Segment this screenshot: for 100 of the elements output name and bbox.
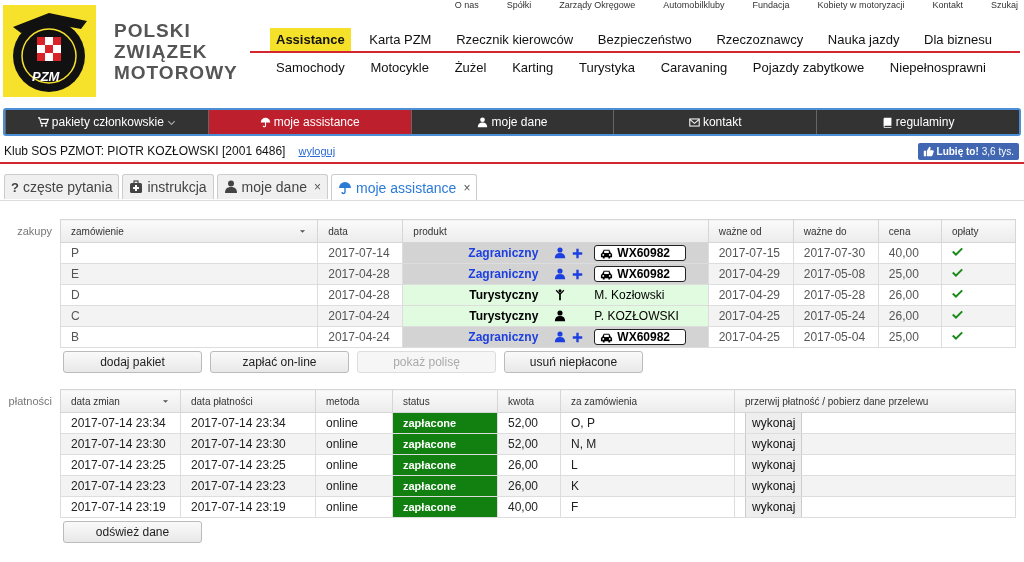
umbrella-icon (259, 116, 271, 128)
plus-icon (572, 268, 584, 280)
menu-link[interactable]: Assistance (270, 28, 351, 51)
top-link[interactable]: Spółki (506, 0, 532, 10)
tab[interactable]: moje dane × (216, 174, 328, 199)
close-button[interactable]: × (314, 180, 321, 194)
table-cell: 2017-07-14 23:19 (60, 496, 181, 518)
menu-link[interactable]: Nauka jazdy (821, 28, 906, 51)
table-cell: F (560, 496, 735, 518)
user-icon (554, 310, 567, 322)
submenu-link[interactable]: Caravaning (654, 56, 734, 79)
column-header[interactable]: opłaty (941, 219, 1016, 243)
table-cell: 2017-07-14 23:25 (60, 454, 181, 476)
cart-icon (37, 116, 49, 128)
column-header[interactable]: status (392, 389, 498, 413)
table-cell: B (60, 326, 318, 348)
submenu-link[interactable]: Karting (506, 56, 560, 79)
tab[interactable]: instrukcja (122, 174, 214, 199)
submenu-link[interactable]: Motocykle (364, 56, 435, 79)
submenu-link[interactable]: Samochody (270, 56, 351, 79)
table-cell: 2017-05-28 (793, 284, 879, 306)
execute-button[interactable]: wykonaj (745, 476, 803, 496)
top-link[interactable]: Szukaj (991, 0, 1018, 10)
close-button[interactable]: × (463, 180, 471, 195)
figure-icon (554, 289, 567, 301)
user-icon (554, 247, 567, 259)
execute-button[interactable]: wykonaj (745, 497, 803, 517)
product-name: Turystyczny (468, 287, 539, 303)
logout-link[interactable]: wyloguj (298, 145, 336, 157)
table-cell: online (315, 454, 393, 476)
top-link[interactable]: Zarządy Okręgowe (559, 0, 636, 10)
medkit-icon (129, 180, 144, 194)
top-link[interactable]: Fundacja (752, 0, 790, 10)
table-cell: 2017-07-14 (317, 242, 403, 264)
table-cell: 52,00 (497, 412, 561, 434)
top-link[interactable]: O nas (454, 0, 479, 10)
table-cell: 2017-07-14 23:19 (180, 496, 316, 518)
nav-tab[interactable]: moje assistance (207, 110, 411, 134)
like-button[interactable]: Lubię to! 3,6 tys. (917, 142, 1019, 160)
tab[interactable]: ? częste pytania (4, 174, 120, 199)
table-cell: online (315, 412, 393, 434)
user-icon (554, 268, 567, 280)
umbrella-icon (338, 180, 352, 195)
action-button[interactable]: zapłać on-line (210, 351, 349, 373)
action-button[interactable]: usuń niepłacone (504, 351, 643, 373)
section-label: zakupy (16, 224, 53, 239)
column-header[interactable]: metoda (315, 389, 393, 413)
menu-link[interactable]: Rzeczoznawcy (710, 28, 810, 51)
column-header[interactable]: za zamówienia (560, 389, 735, 413)
plate-badge: WX60982 (594, 266, 687, 282)
submenu-link[interactable]: Turystyka (573, 56, 641, 79)
column-header[interactable]: data (317, 219, 403, 243)
column-header[interactable]: kwota (497, 389, 561, 413)
product-name: Zagraniczny (467, 245, 539, 261)
top-link[interactable]: Automobilkluby (663, 0, 725, 10)
execute-button[interactable]: wykonaj (745, 434, 803, 454)
table-cell: 2017-07-14 23:25 (180, 454, 316, 476)
brand-name: ZWIĄZEK (114, 41, 209, 62)
table-cell: 2017-07-14 23:23 (60, 475, 181, 497)
user-icon (554, 331, 567, 343)
column-header[interactable]: przerwij płatność / pobierz dane przelewu (734, 389, 1016, 413)
menu-link[interactable]: Bezpieczeństwo (591, 28, 698, 51)
nav-tab[interactable]: regulaminy (816, 110, 1019, 134)
person-name: P. KOZŁOWSKI (594, 308, 679, 324)
envelope-icon (688, 116, 700, 128)
column-header[interactable]: ważne do (793, 219, 879, 243)
section-label: płatności (7, 394, 53, 409)
execute-button[interactable]: wykonaj (745, 455, 803, 475)
person-name: M. Kozłowski (594, 287, 665, 303)
tab[interactable]: moje assistance × (331, 174, 478, 200)
menu-link[interactable]: Rzecznik kierowców (450, 28, 580, 51)
submenu-link[interactable]: Pojazdy zabytkowe (746, 56, 871, 79)
submenu-link[interactable]: Żużel (448, 56, 493, 79)
refresh-button[interactable]: odśwież dane (63, 521, 202, 543)
top-link[interactable]: Kontakt (932, 0, 963, 10)
submenu-link[interactable]: Niepełnosprawni (883, 56, 992, 79)
menu-link[interactable]: Dla biznesu (918, 28, 998, 51)
plate-badge: WX60982 (594, 329, 687, 345)
menu-link[interactable]: Karta PZM (363, 28, 438, 51)
product-name: Zagraniczny (467, 329, 539, 345)
column-header[interactable]: zamówienie (60, 219, 318, 243)
book-icon (881, 116, 893, 128)
table-cell: 2017-07-15 (708, 242, 794, 264)
table-cell: 25,00 (878, 326, 942, 348)
column-header[interactable]: produkt (402, 219, 709, 243)
plus-icon (572, 331, 584, 343)
table-cell: P (60, 242, 318, 264)
product-name: Turystyczny (468, 308, 539, 324)
column-header[interactable]: data płatności (180, 389, 316, 413)
column-header[interactable]: cena (878, 219, 942, 243)
table-cell: D (60, 284, 318, 306)
action-button[interactable]: dodaj pakiet (63, 351, 202, 373)
top-link[interactable]: Kobiety w motoryzacji (817, 0, 905, 10)
table-cell: 2017-07-14 23:30 (60, 433, 181, 455)
column-header[interactable]: data zmian (60, 389, 181, 413)
table-cell: 26,00 (878, 284, 942, 306)
column-header[interactable]: ważne od (708, 219, 794, 243)
execute-button[interactable]: wykonaj (745, 413, 803, 433)
plus-icon (572, 247, 584, 259)
user-icon (477, 116, 489, 128)
